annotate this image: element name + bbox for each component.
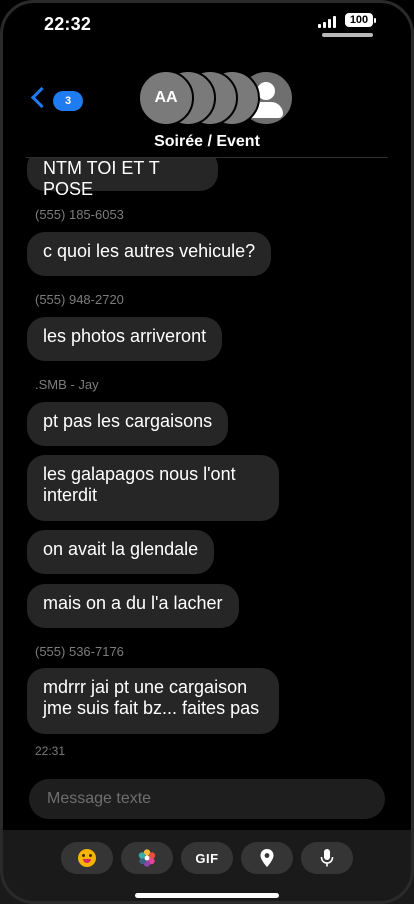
unread-count-badge: 3	[53, 91, 83, 111]
message-bubble[interactable]: les galapagos nous l'ont interdit	[27, 455, 279, 521]
message-bubble[interactable]: on avait la glendale	[27, 530, 215, 574]
sender-label: (555) 185-6053	[35, 207, 124, 222]
signal-icon	[318, 16, 340, 28]
message-line: les galapagos nous l'ont	[43, 464, 236, 484]
sender-label: (555) 536-7176	[35, 644, 124, 659]
message-bubble[interactable]: pt pas les cargaisons	[27, 402, 229, 446]
message-bubble[interactable]: mdrrr jai pt une cargaison jme suis fait…	[27, 668, 279, 734]
back-button[interactable]: 3	[30, 86, 86, 116]
group-avatars[interactable]: AA E I	[138, 70, 294, 126]
gif-button[interactable]: GIF	[181, 842, 233, 874]
sender-label: .SMB - Jay	[35, 377, 99, 392]
message-line: POSE	[43, 179, 94, 199]
message-bubble[interactable]: NTM TOI ET T POSE	[27, 158, 218, 199]
phone-screen: 22:32 100 3 AA E I Soirée / Event NTM TO…	[0, 0, 414, 904]
sender-label: (555) 948-2720	[35, 292, 124, 307]
message-line: NTM TOI ET T	[43, 158, 160, 178]
gif-icon: GIF	[195, 850, 219, 866]
avatar: AA	[138, 70, 194, 126]
message-bubble[interactable]: les photos arriveront	[27, 317, 223, 361]
emoji-button[interactable]	[61, 842, 113, 874]
status-time: 22:32	[44, 14, 92, 34]
message-bubble[interactable]: mais on a du l'a lacher	[27, 584, 239, 628]
photos-button[interactable]	[121, 842, 173, 874]
microphone-button[interactable]	[301, 842, 353, 874]
photos-icon	[138, 849, 156, 867]
conversation-title[interactable]: Soirée / Event	[0, 133, 414, 151]
message-line: jme suis fait bz... faites pas	[43, 698, 260, 718]
message-list[interactable]: NTM TOI ET T POSE (555) 185-6053 c quoi …	[0, 158, 414, 770]
microphone-icon	[320, 849, 334, 867]
message-input[interactable]: Message texte	[29, 779, 385, 819]
battery-tip	[374, 18, 376, 23]
location-button[interactable]	[241, 842, 293, 874]
chevron-left-icon	[30, 86, 53, 109]
message-line: mdrrr jai pt une cargaison	[43, 677, 248, 697]
battery-indicator: 100	[345, 13, 373, 27]
location-icon	[260, 849, 274, 867]
message-line: interdit	[43, 485, 98, 505]
home-indicator[interactable]	[135, 893, 279, 898]
status-underline	[322, 33, 373, 37]
message-bubble[interactable]: c quoi les autres vehicule?	[27, 232, 272, 276]
message-timestamp: 22:31	[35, 744, 66, 758]
emoji-icon	[78, 849, 96, 867]
